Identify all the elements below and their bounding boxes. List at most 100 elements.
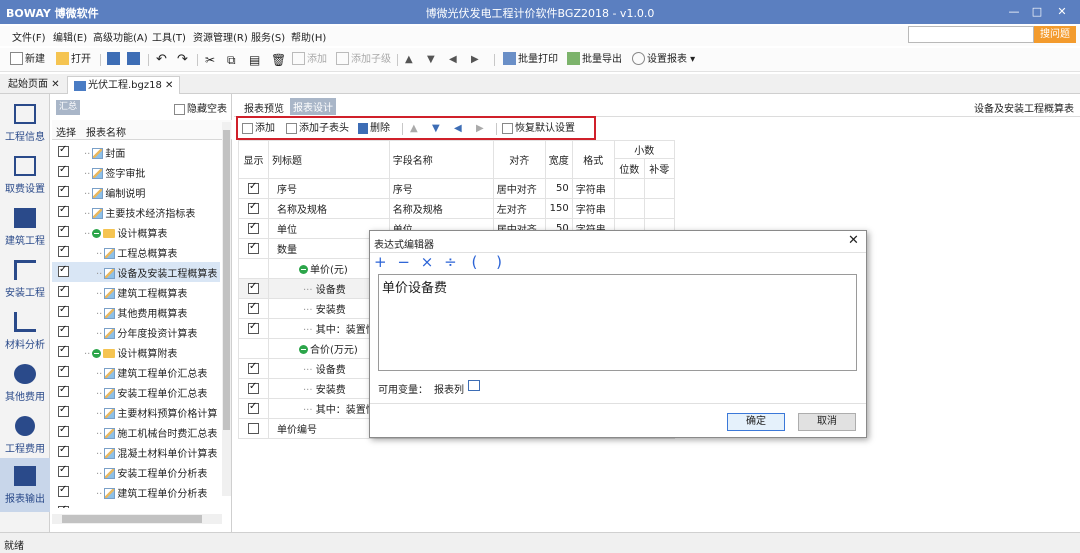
row-checkbox[interactable] [58,284,69,297]
ask-question-button[interactable]: 搜问题 [1034,26,1076,43]
dialog-close-icon[interactable]: ✕ [848,233,859,248]
nav-material-analysis[interactable]: 材料分析 [0,304,50,356]
show-checkbox[interactable] [248,281,259,294]
menu-service[interactable]: 服务(S) [251,29,285,44]
paste-button[interactable]: ▤ [249,52,260,68]
tree-row[interactable]: ·· 编制说明 [52,182,220,202]
tree-hscrollbar[interactable] [52,514,222,524]
move-right-button[interactable]: ▶ [471,52,479,68]
tab-start-page[interactable]: 起始页面 ✕ [8,76,60,94]
tree-row[interactable]: ·· 安装工程单价分析表 [52,462,220,482]
tree-row[interactable]: ·· 工程总概算表 [52,242,220,262]
tree-item[interactable]: ·· 其他费用概算表 [96,305,187,320]
tree-row[interactable]: ··工时数量汇总表 [52,502,220,508]
tree-item[interactable]: ·· 建筑工程概算表 [96,285,187,300]
tree-item[interactable]: ·· 安装工程单价汇总表 [96,385,207,400]
show-checkbox[interactable] [248,401,259,414]
width-cell[interactable]: 150 [544,198,573,219]
row-checkbox[interactable] [58,184,69,197]
row-checkbox[interactable] [58,504,69,508]
nav-installation[interactable]: 安装工程 [0,252,50,304]
left-paren-button[interactable]: ( [471,253,477,271]
new-button[interactable]: 新建 [10,52,45,68]
tree-row[interactable]: ·· 封面 [52,142,220,162]
format-cell[interactable]: 字符串 [571,178,615,199]
row-checkbox[interactable] [58,424,69,437]
hide-empty-button[interactable]: 隐藏空表 [174,100,227,115]
move-up-button[interactable]: ▲ [405,52,413,68]
pad-cell[interactable] [643,198,675,219]
summary-button[interactable]: 汇总 [56,100,80,115]
cut-button[interactable]: ✂ [205,52,215,68]
menu-resources[interactable]: 资源管理(R) [193,29,248,44]
variables-picker-icon[interactable] [468,380,480,391]
row-checkbox[interactable] [58,444,69,457]
nav-fee-settings[interactable]: 取费设置 [0,148,50,200]
row-checkbox[interactable] [58,404,69,417]
tree-scrollbar[interactable] [222,122,231,496]
tab-preview[interactable]: 报表预览 [244,100,284,115]
collapse-icon[interactable] [92,229,102,238]
row-checkbox[interactable] [58,144,69,157]
row-checkbox[interactable] [58,384,69,397]
divide-button[interactable]: ÷ [444,253,457,271]
expression-input[interactable]: 单价设备费 [378,274,857,371]
collapse-icon[interactable] [92,349,102,358]
digits-cell[interactable] [613,178,645,199]
field-cell[interactable]: 序号 [388,178,494,199]
maximize-button[interactable]: □ [1027,3,1047,21]
move-left-button[interactable]: ◀ [449,52,457,68]
align-cell[interactable]: 左对齐 [492,198,546,219]
pad-cell[interactable] [643,178,675,199]
show-checkbox[interactable] [248,423,259,434]
menu-tools[interactable]: 工具(T) [152,29,186,44]
row-checkbox[interactable] [58,164,69,177]
hscroll-thumb[interactable] [62,515,202,523]
move-right-button[interactable]: ▶ [476,121,484,137]
tree-item[interactable]: ·· 封面 [84,145,125,160]
move-down-button[interactable]: ▼ [427,52,435,68]
delete-button[interactable]: 🗑 [271,52,286,68]
width-cell[interactable]: 50 [544,178,573,199]
plus-button[interactable]: + [374,253,387,271]
close-button[interactable]: ✕ [1052,3,1072,21]
row-checkbox[interactable] [58,244,69,257]
tree-item[interactable]: ·· 主要技术经济指标表 [84,205,195,220]
tree-row[interactable]: ·· 设计概算表 [52,222,220,242]
tree-row[interactable]: ·· 分年度投资计算表 [52,322,220,342]
add-child-button[interactable]: 添加子级 [336,52,391,68]
nav-building[interactable]: 建筑工程 [0,200,50,252]
menu-advanced[interactable]: 高级功能(A) [93,29,148,44]
scroll-thumb[interactable] [223,130,230,430]
open-button[interactable]: 打开 [56,52,91,68]
tree-item[interactable]: ·· 建筑工程单价汇总表 [96,365,207,380]
menu-help[interactable]: 帮助(H) [291,29,326,44]
tree-item[interactable]: ·· 分年度投资计算表 [96,325,197,340]
row-checkbox[interactable] [58,464,69,477]
row-checkbox[interactable] [58,224,69,237]
tree-item[interactable]: ·· 编制说明 [84,185,145,200]
tab-design[interactable]: 报表设计 [290,98,336,115]
cancel-button[interactable]: 取消 [798,413,856,431]
row-checkbox[interactable] [58,304,69,317]
menu-file[interactable]: 文件(F) [12,29,46,44]
move-left-button[interactable]: ◀ [454,121,462,137]
align-cell[interactable]: 居中对齐 [492,178,546,199]
right-paren-button[interactable]: ) [496,253,502,271]
tree-row[interactable]: ·· 主要技术经济指标表 [52,202,220,222]
ok-button[interactable]: 确定 [727,413,785,431]
close-icon[interactable]: ✕ [165,80,173,91]
tree-item[interactable]: ·· 签字审批 [84,165,145,180]
tree-row[interactable]: ·· 主要材料预算价格计算 [52,402,220,422]
tree-row[interactable]: ·· 混凝土材料单价计算表 [52,442,220,462]
tree-row[interactable]: ·· 设备及安装工程概算表 [52,262,220,282]
tab-project[interactable]: 光伏工程.bgz18 ✕ [67,76,181,94]
title-cell[interactable]: 序号 [268,178,390,199]
tree-row[interactable]: ·· 设计概算附表 [52,342,220,362]
row-checkbox[interactable] [58,364,69,377]
show-checkbox[interactable] [248,181,259,194]
nav-project-info[interactable]: 工程信息 [0,96,50,148]
minus-button[interactable]: − [397,253,410,271]
show-checkbox[interactable] [248,361,259,374]
row-checkbox[interactable] [58,264,69,277]
